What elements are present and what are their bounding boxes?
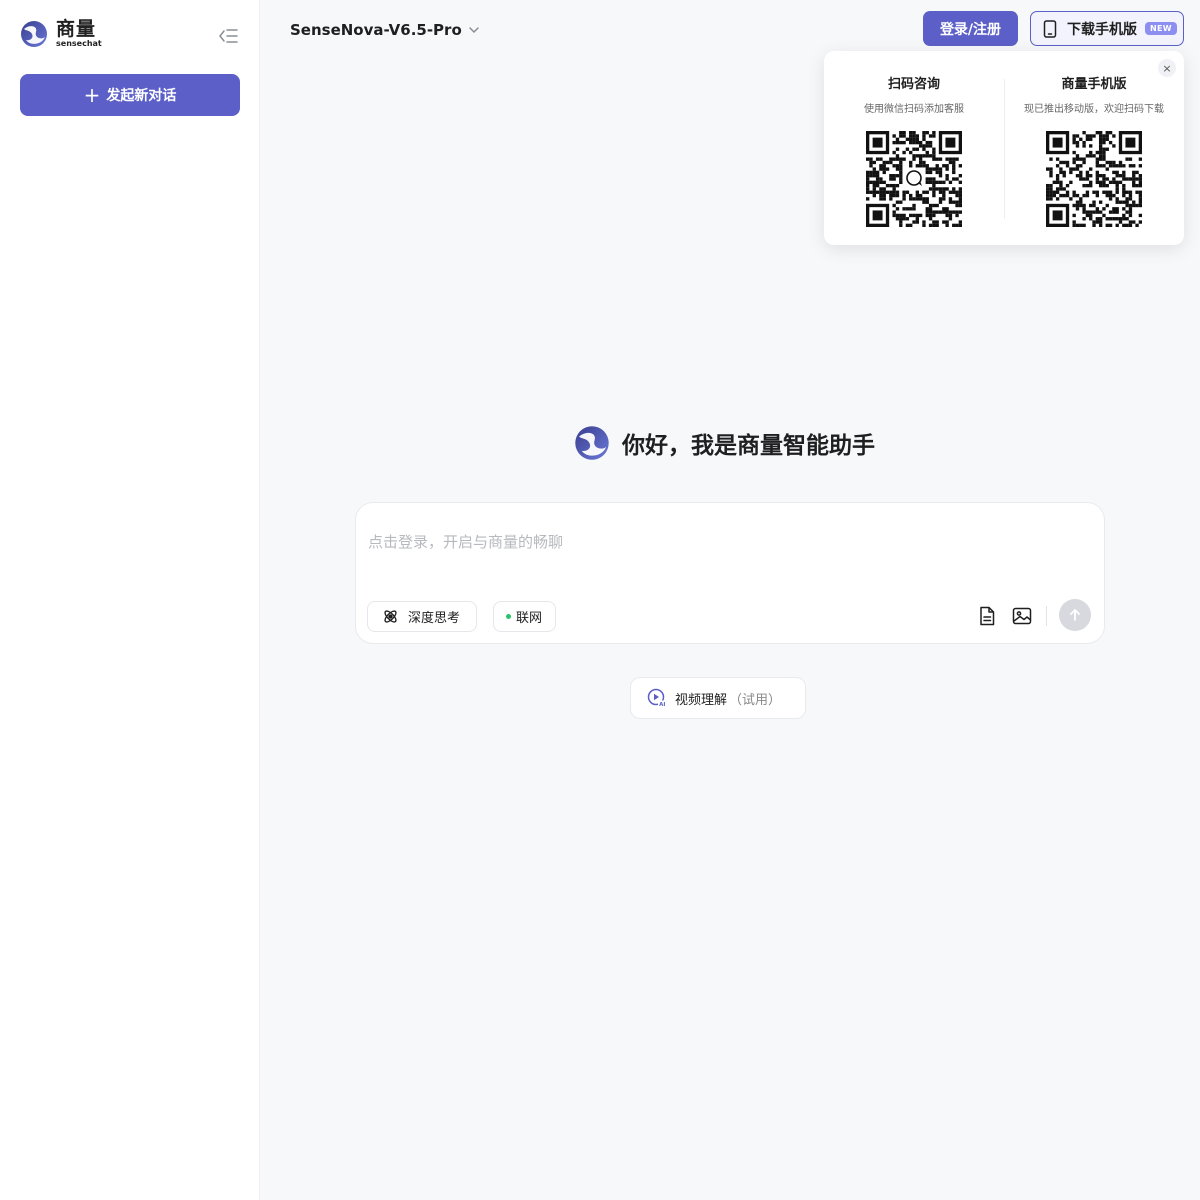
- phone-icon: [1043, 19, 1057, 38]
- login-label: 登录/注册: [939, 21, 1002, 38]
- qr-app-subtitle: 现已推出移动版，欢迎扫码下载: [1024, 104, 1164, 115]
- collapse-sidebar-icon: [219, 29, 238, 43]
- qr-consult-title: 扫码咨询: [887, 77, 940, 92]
- download-mobile-button[interactable]: 下载手机版 NEW: [1030, 11, 1184, 46]
- svg-text:AI: AI: [659, 702, 665, 708]
- chat-input-box: 深度思考 联网: [355, 502, 1105, 644]
- wechat-qr-code: [866, 131, 962, 227]
- video-ai-icon: AI: [647, 688, 667, 708]
- web-search-label: 联网: [516, 611, 543, 626]
- collapse-sidebar-button[interactable]: [216, 25, 240, 47]
- greeting-text: 你好，我是商量智能助手: [622, 433, 875, 459]
- qr-app-section: 商量手机版 现已推出移动版，欢迎扫码下载: [1004, 73, 1184, 227]
- sensechat-logo-icon: [575, 426, 609, 460]
- login-register-button[interactable]: 登录/注册: [923, 11, 1018, 46]
- upload-image-icon[interactable]: [1011, 605, 1033, 627]
- video-understanding-label: 视频理解: [675, 692, 728, 708]
- send-button[interactable]: [1059, 599, 1091, 631]
- new-chat-label: 发起新对话: [106, 88, 177, 104]
- trial-label: （试用）: [729, 692, 782, 708]
- arrow-up-icon: [1070, 609, 1080, 621]
- logo-cn: 商量: [56, 18, 97, 40]
- qr-app-title: 商量手机版: [1061, 77, 1127, 92]
- model-selector[interactable]: SenseNova-V6.5-Pro: [290, 18, 480, 42]
- logo-text: 商量 sensechat: [56, 20, 102, 48]
- video-understanding-button[interactable]: AI 视频理解 （试用）: [630, 677, 806, 719]
- qr-consult-section: 扫码咨询 使用微信扫码添加客服: [824, 73, 1004, 227]
- new-badge: NEW: [1145, 22, 1177, 35]
- new-chat-button[interactable]: + 发起新对话: [20, 74, 240, 116]
- app-logo[interactable]: 商量 sensechat: [20, 20, 102, 48]
- deep-think-label: 深度思考: [408, 611, 461, 626]
- sidebar: 商量 sensechat + 发起新对话: [0, 0, 260, 1200]
- model-name: SenseNova-V6.5-Pro: [290, 21, 462, 39]
- deep-think-toggle[interactable]: 深度思考: [367, 601, 477, 632]
- qr-popover: × 扫码咨询 使用微信扫码添加客服 商量手机版 现已推出移动版，欢迎扫码下载: [824, 51, 1184, 245]
- qr-consult-subtitle: 使用微信扫码添加客服: [864, 104, 964, 115]
- logo-en: sensechat: [56, 39, 102, 48]
- plus-icon: +: [83, 83, 101, 107]
- download-label: 下载手机版: [1067, 21, 1137, 38]
- toolbar-separator: [1046, 606, 1047, 626]
- chat-input[interactable]: [368, 527, 1088, 557]
- web-search-toggle[interactable]: 联网: [493, 601, 556, 632]
- sensechat-logo-icon: [21, 21, 47, 47]
- greeting: 你好，我是商量智能助手: [574, 425, 875, 461]
- chevron-down-icon: [469, 27, 479, 34]
- upload-document-icon[interactable]: [976, 605, 998, 627]
- online-status-dot: [506, 614, 511, 619]
- app-download-qr-code: [1046, 131, 1142, 227]
- deep-think-icon: [384, 610, 397, 623]
